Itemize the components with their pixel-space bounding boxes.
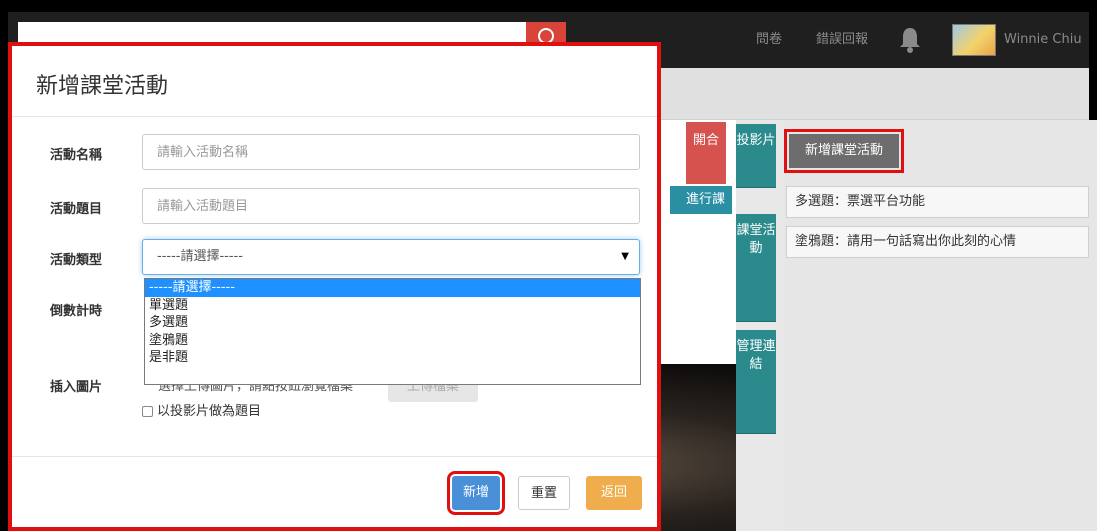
toggle-button[interactable]: 開合 bbox=[686, 122, 726, 184]
activity-topic-label: 活動題目 bbox=[50, 202, 103, 217]
activity-type-selected: -----請選擇----- bbox=[157, 249, 243, 264]
dropdown-option[interactable]: 多選題 bbox=[145, 314, 640, 332]
divider bbox=[12, 116, 657, 117]
start-class-button[interactable]: 進行課 bbox=[670, 186, 732, 214]
activity-item[interactable]: 塗鴉題：請用一句話寫出你此刻的心情 bbox=[786, 226, 1089, 258]
activity-panel bbox=[784, 120, 1097, 531]
chevron-down-icon: ▼ bbox=[621, 251, 629, 262]
activity-type-dropdown: -----請選擇----- 單選題 多選題 塗鴉題 是非題 bbox=[144, 278, 641, 385]
screen: 問卷 錯誤回報 Winnie Chiu 開合 進行課 投影片 課堂活動 管理連結… bbox=[0, 0, 1097, 531]
use-slide-label: 以投影片做為題目 bbox=[157, 404, 262, 419]
new-activity-button[interactable]: 新增課堂活動 bbox=[784, 129, 904, 173]
back-button[interactable]: 返回 bbox=[586, 476, 642, 510]
use-slide-option[interactable]: 以投影片做為題目 bbox=[142, 402, 261, 422]
checkbox[interactable] bbox=[142, 406, 153, 417]
avatar[interactable] bbox=[952, 24, 996, 56]
search-icon bbox=[538, 28, 554, 44]
add-button[interactable]: 新增 bbox=[447, 471, 505, 515]
dropdown-option[interactable]: -----請選擇----- bbox=[145, 279, 640, 297]
activity-type-select[interactable]: -----請選擇----- ▼ bbox=[142, 239, 640, 275]
tab-slides[interactable]: 投影片 bbox=[736, 124, 776, 188]
insert-image-label: 插入圖片 bbox=[50, 380, 103, 395]
activity-name-input[interactable] bbox=[142, 134, 640, 170]
dropdown-option[interactable]: 是非題 bbox=[145, 349, 640, 367]
dropdown-option[interactable]: 塗鴉題 bbox=[145, 332, 640, 350]
modal-title: 新增課堂活動 bbox=[36, 74, 169, 99]
tab-class-activity[interactable]: 課堂活動 bbox=[736, 214, 776, 322]
activity-type-label: 活動類型 bbox=[50, 253, 103, 268]
new-activity-modal: 新增課堂活動 活動名稱 活動題目 活動類型 -----請選擇----- ▼ --… bbox=[8, 42, 661, 531]
countdown-label: 倒數計時 bbox=[50, 304, 103, 319]
activity-name-label: 活動名稱 bbox=[50, 148, 103, 163]
survey-link[interactable]: 問卷 bbox=[756, 12, 782, 68]
bell-icon[interactable] bbox=[898, 26, 922, 54]
dropdown-option[interactable]: 單選題 bbox=[145, 297, 640, 315]
divider bbox=[12, 456, 657, 457]
reset-button[interactable]: 重置 bbox=[518, 476, 570, 510]
report-error-link[interactable]: 錯誤回報 bbox=[816, 12, 868, 68]
activity-topic-input[interactable] bbox=[142, 188, 640, 224]
activity-item[interactable]: 多選題：票選平台功能 bbox=[786, 186, 1089, 218]
tab-manage-links[interactable]: 管理連結 bbox=[736, 330, 776, 434]
user-name[interactable]: Winnie Chiu bbox=[1004, 12, 1082, 68]
